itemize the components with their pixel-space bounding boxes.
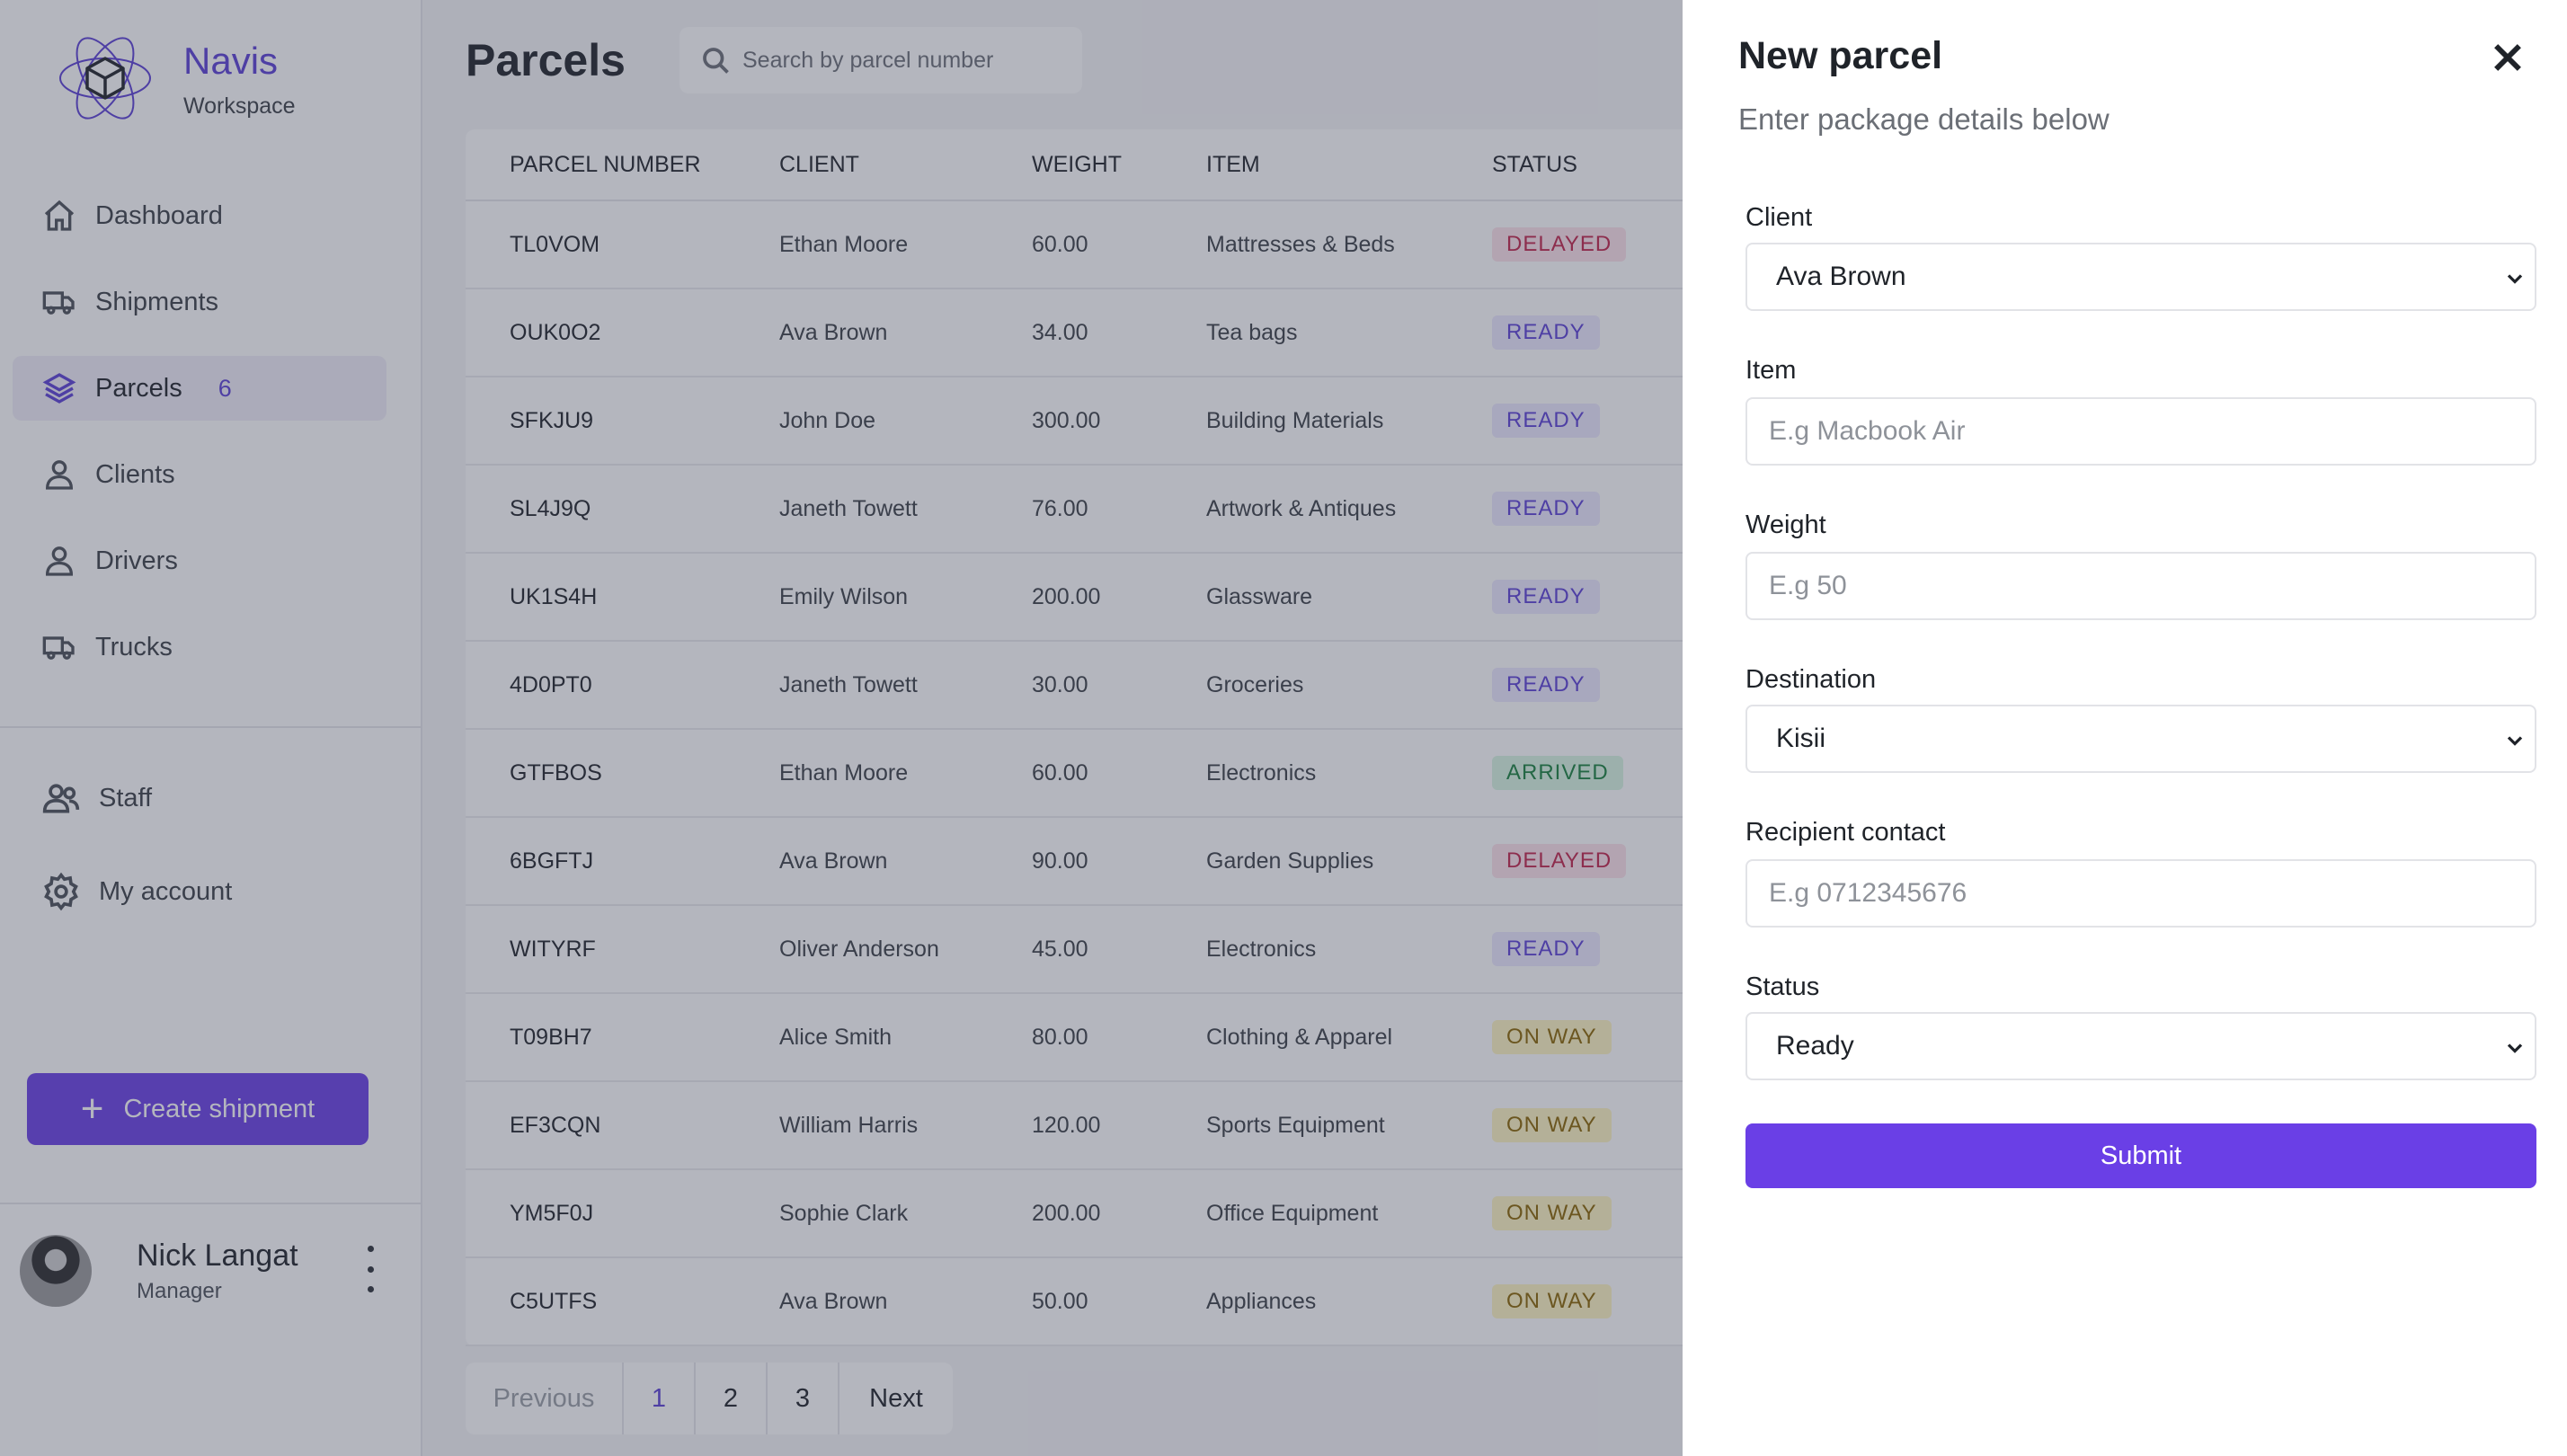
close-icon — [2494, 44, 2521, 71]
item-label: Item — [1745, 356, 1797, 385]
item-input[interactable] — [1747, 399, 2535, 464]
submit-button[interactable]: Submit — [1745, 1123, 2536, 1188]
destination-label: Destination — [1745, 665, 1877, 694]
weight-label: Weight — [1745, 510, 1826, 539]
modal-backdrop[interactable] — [0, 0, 1683, 1456]
status-select-value: Ready — [1776, 1031, 1854, 1061]
weight-input[interactable] — [1747, 554, 2535, 618]
new-parcel-drawer: New parcel Enter package details below C… — [1683, 0, 2567, 1456]
app-shell: Navis Workspace Dashboard Shipments Parc… — [0, 0, 2567, 1456]
recipient-field-wrapper — [1745, 859, 2536, 928]
weight-field-wrapper — [1745, 552, 2536, 620]
item-field-wrapper — [1745, 397, 2536, 466]
recipient-contact-label: Recipient contact — [1745, 818, 1946, 847]
destination-select[interactable]: Kisii — [1745, 705, 2536, 773]
chevron-down-icon — [2502, 266, 2527, 291]
drawer-title: New parcel — [1738, 34, 1943, 77]
recipient-contact-input[interactable] — [1747, 861, 2535, 926]
client-select[interactable]: Ava Brown — [1745, 243, 2536, 311]
client-select-value: Ava Brown — [1776, 262, 1906, 291]
destination-select-value: Kisii — [1776, 724, 1826, 753]
close-button[interactable] — [2488, 38, 2527, 77]
status-label: Status — [1745, 972, 1820, 1001]
status-select[interactable]: Ready — [1745, 1012, 2536, 1080]
chevron-down-icon — [2502, 1035, 2527, 1061]
drawer-subtitle: Enter package details below — [1738, 102, 2110, 136]
client-label: Client — [1745, 203, 1813, 232]
chevron-down-icon — [2502, 728, 2527, 753]
